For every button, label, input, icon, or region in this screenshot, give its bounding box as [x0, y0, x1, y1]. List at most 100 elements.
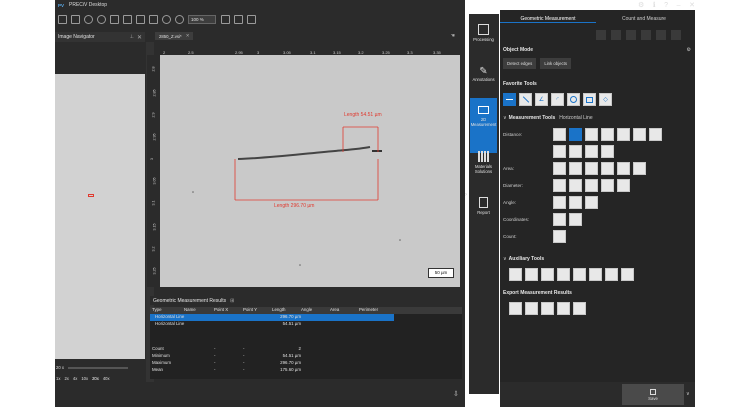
actual-size-icon[interactable] [234, 14, 243, 24]
tool[interactable] [605, 268, 618, 281]
navigator-preview[interactable] [55, 74, 145, 359]
tab-geometric-measurement[interactable]: Geometric Measurement [500, 16, 596, 23]
open-folder-icon[interactable] [58, 14, 67, 24]
sidebar-item-materials-solutions[interactable]: Materials Solutions [470, 151, 497, 174]
tool[interactable] [557, 268, 570, 281]
tool[interactable] [569, 196, 582, 209]
sidebar-item-report[interactable]: Report [470, 197, 497, 215]
link-objects-button[interactable]: Link objects [540, 58, 572, 69]
edit-object-icon[interactable] [611, 30, 621, 40]
save-button[interactable]: Save [622, 384, 684, 405]
tab-count-and-measure[interactable]: Count and Measure [596, 16, 692, 22]
image-tab[interactable]: 2850_Z.vsi* ✕ [155, 32, 194, 40]
zoom-level-2x[interactable]: 2x [64, 376, 68, 381]
tool[interactable] [569, 145, 582, 158]
export-tool[interactable] [541, 302, 554, 315]
horizontal-line-tool[interactable] [503, 93, 516, 106]
tool[interactable] [585, 196, 598, 209]
collapse-icon[interactable]: ∨ [503, 115, 507, 121]
zoom-level-1x[interactable]: 1x [56, 376, 60, 381]
tool[interactable] [617, 162, 630, 175]
select-icon[interactable] [110, 14, 119, 24]
export-tool[interactable] [573, 302, 586, 315]
table-row[interactable]: Horizontal Line 54.51 µm [150, 321, 394, 328]
save-icon[interactable] [71, 14, 80, 24]
tool[interactable] [585, 162, 598, 175]
export-tool[interactable] [525, 302, 538, 315]
diamond-tool[interactable]: ◇ [599, 93, 612, 106]
collapse-icon[interactable]: ∨ [503, 256, 507, 262]
angle-tool[interactable]: ∠ [535, 93, 548, 106]
zoom-out-icon[interactable] [162, 14, 171, 24]
close-window-icon[interactable]: ✕ [689, 1, 695, 9]
tool[interactable] [553, 145, 566, 158]
tool[interactable] [569, 213, 582, 226]
tool[interactable] [541, 268, 554, 281]
tool[interactable] [569, 128, 582, 141]
tool[interactable] [525, 268, 538, 281]
detect-edges-button[interactable]: Detect edges [503, 58, 537, 69]
paste-icon[interactable] [149, 14, 158, 24]
close-icon[interactable]: ✕ [137, 34, 142, 41]
zoom-in-icon[interactable] [175, 14, 184, 24]
save-dropdown-icon[interactable]: ∨ [686, 391, 690, 397]
tool[interactable] [553, 196, 566, 209]
section-settings-icon[interactable]: ⚙ [687, 47, 691, 53]
tool[interactable] [617, 179, 630, 192]
export-tool[interactable] [509, 302, 522, 315]
circle-tool[interactable] [567, 93, 580, 106]
zoom-level-40x[interactable]: 40x [103, 376, 110, 381]
rectangle-tool[interactable] [583, 93, 596, 106]
new-document-icon[interactable] [123, 14, 132, 24]
tool[interactable] [553, 128, 566, 141]
minimize-icon[interactable]: – [677, 2, 681, 9]
results-export-icon[interactable]: ⊞ [230, 298, 234, 304]
redo-icon[interactable] [97, 14, 106, 24]
tool[interactable] [621, 268, 634, 281]
overlay-icon[interactable] [247, 14, 256, 24]
tool[interactable] [601, 162, 614, 175]
tool[interactable] [553, 213, 566, 226]
settings-icon[interactable]: ⚙ [638, 1, 644, 9]
tool[interactable] [569, 162, 582, 175]
tool[interactable] [601, 145, 614, 158]
tool[interactable] [633, 162, 646, 175]
arbitrary-line-tool[interactable] [519, 93, 532, 106]
corner-icon[interactable] [656, 30, 666, 40]
select-pointer-icon[interactable] [596, 30, 606, 40]
hand-icon[interactable]: ☚ [451, 33, 455, 39]
tool[interactable] [573, 268, 586, 281]
tab-close-icon[interactable]: ✕ [186, 33, 190, 39]
fit-icon[interactable] [221, 14, 230, 24]
tool[interactable] [649, 128, 662, 141]
image-horizontal-scrollbar[interactable] [160, 287, 460, 292]
tool[interactable] [553, 162, 566, 175]
tool[interactable] [601, 128, 614, 141]
edit-points-icon[interactable] [626, 30, 636, 40]
table-row[interactable]: Horizontal Line 296.70 µm [150, 314, 394, 321]
tool[interactable] [617, 128, 630, 141]
pin-icon[interactable]: ⊥ [130, 34, 134, 40]
tool[interactable] [601, 179, 614, 192]
navigator-viewport-marker[interactable] [88, 194, 94, 197]
sidebar-item-2d-measurement[interactable]: 2D Measurement [470, 98, 497, 153]
tool[interactable] [569, 179, 582, 192]
tool[interactable] [585, 179, 598, 192]
image-canvas[interactable]: Length 54.51 µm Length 296.70 µm 50 µm [160, 55, 460, 287]
tool[interactable] [509, 268, 522, 281]
tool[interactable] [553, 230, 566, 243]
copy-measurement-icon[interactable] [641, 30, 651, 40]
tool[interactable] [589, 268, 602, 281]
tool[interactable] [633, 128, 646, 141]
info-icon[interactable]: ℹ [653, 1, 656, 9]
zoom-level-20x[interactable]: 20x [92, 376, 99, 381]
zoom-level-10x[interactable]: 10x [81, 376, 88, 381]
arc-tool[interactable]: ◜ [551, 93, 564, 106]
zoom-level-4x[interactable]: 4x [73, 376, 77, 381]
undo-icon[interactable] [84, 14, 93, 24]
panel-settings-icon[interactable] [671, 30, 681, 40]
export-tool[interactable] [557, 302, 570, 315]
length-label-small[interactable]: Length 54.51 µm [344, 112, 382, 118]
zoom-select[interactable]: 100 % [188, 14, 216, 24]
export-icon[interactable]: ⇩ [453, 390, 459, 398]
